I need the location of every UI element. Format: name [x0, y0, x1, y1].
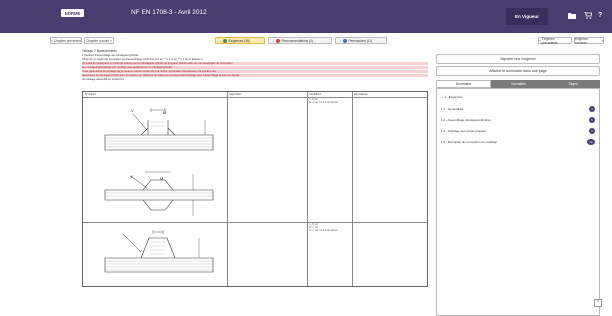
table-divider — [83, 97, 427, 98]
toc-item[interactable]: 1.4 - Exemples de conception de soudage — [441, 140, 497, 144]
requirement-line: du tubulage assemblé en produit fini. — [82, 78, 125, 81]
condition-text: t ≤ 5 mm f1 ≥ t voir 4.2.4 et au tableau — [309, 99, 339, 104]
chevron-right-icon: » — [600, 38, 603, 43]
chevron-right-icon: » — [109, 38, 112, 43]
tab-sommaire[interactable]: Sommaire — [436, 80, 491, 88]
weld-label: V — [131, 108, 134, 113]
weld-label: M — [163, 110, 167, 115]
highlighted-requirement[interactable]: Un essai de conception ou notes de calcu… — [82, 62, 428, 66]
exigence-dot-icon — [223, 38, 228, 43]
column-header: N° Figure — [85, 93, 96, 96]
tab-exigences[interactable]: ⌄ Exigences (38) — [215, 37, 265, 44]
tab-recommandations[interactable]: ⌄ Recommandations (2) — [268, 37, 332, 44]
status-badge: En Vigueur — [506, 8, 548, 25]
weld-diagram-1 — [104, 108, 214, 151]
weld-label: V — [130, 174, 133, 179]
expand-icon[interactable]: ⌃ — [594, 299, 602, 307]
condition-text: t ≤ 5 mm f2 ≥ t mm f1 ≥ t voir 4.2.4 et … — [309, 224, 339, 232]
toc-item[interactable]: 1.1 - Généralités — [441, 107, 597, 111]
toc-count-badge: 12 — [587, 139, 595, 145]
column-header: Remarques — [354, 93, 368, 96]
tab-permissions[interactable]: ⌄ Permissions (11) — [335, 37, 387, 44]
column-header: Conditions — [309, 93, 322, 96]
toc-count-badge: 3 — [589, 128, 595, 134]
requirement-line: Observer en regard de conception pour/as… — [82, 58, 203, 61]
toc-item[interactable]: ⌄ 1 - Exigences — [441, 95, 463, 99]
highlighted-requirement[interactable]: Si les paramètres de soudage de la soudu… — [82, 70, 428, 74]
permission-dot-icon — [343, 38, 348, 43]
recommandation-dot-icon — [276, 38, 281, 43]
weld-diagram-3 — [104, 230, 214, 273]
side-panel: Signaler une exigence Afficher le sommai… — [436, 35, 600, 316]
column-header: Application — [229, 93, 242, 96]
chevron-down-icon: ⌄ — [272, 38, 275, 43]
table-divider — [307, 92, 308, 286]
chevron-down-icon: ⌄ — [339, 38, 342, 43]
norme-badge: NORME — [61, 9, 84, 17]
toc-item[interactable]: 1.3 - Soudage des parois piquées — [441, 129, 486, 133]
toc-count-badge: 5 — [589, 117, 595, 123]
cart-icon[interactable] — [584, 11, 593, 21]
prev-chapter-button[interactable]: « Chapitre précédent — [50, 37, 82, 44]
top-bar: NORME NF EN 1708-3 - Avril 2012 En Vigue… — [0, 0, 612, 33]
requirements-table: N° Figure Application Conditions Remarqu… — [82, 91, 428, 287]
weld-diagram-2 — [104, 171, 214, 216]
summary-list: ⌄ 1 - Exigences 1.1 - Généralités 3 1.2 … — [436, 88, 600, 316]
document-title: NF EN 1708-3 - Avril 2012 — [131, 9, 207, 16]
table-divider — [352, 92, 353, 286]
toc-item[interactable]: 1.2 - Assemblage tubulages/cylindres — [441, 118, 491, 122]
report-requirement-button[interactable]: Signaler une exigence — [436, 54, 600, 64]
requirement-line: 2 Soudure d'assemblage aux tubulages/cyl… — [82, 54, 139, 57]
highlighted-requirement[interactable]: ou montage/l'assemblage par soudage sera… — [82, 66, 428, 70]
weld-label: M — [160, 176, 164, 181]
highlighted-requirement[interactable]: dimensions du tubulage/cylindre pour la … — [82, 74, 428, 78]
table-divider — [83, 222, 427, 223]
table-divider — [227, 92, 228, 286]
chevron-down-icon: ⌄ — [219, 38, 222, 43]
table-caption: Tableau 2 Bordurements — [82, 49, 117, 53]
toc-count-badge: 3 — [589, 106, 595, 112]
tab-tages[interactable]: Tâges — [546, 80, 600, 88]
tab-normatifs[interactable]: Normatifs — [491, 80, 546, 88]
next-chapter-button[interactable]: Chapitre suivant » — [84, 37, 114, 44]
document-viewer: Tableau 2 Bordurements 2 Soudure d'assem… — [80, 48, 430, 288]
help-icon[interactable]: ? — [598, 12, 602, 19]
folder-icon[interactable] — [568, 12, 576, 21]
show-summary-button[interactable]: Afficher le sommaire dans une page — [436, 66, 600, 76]
